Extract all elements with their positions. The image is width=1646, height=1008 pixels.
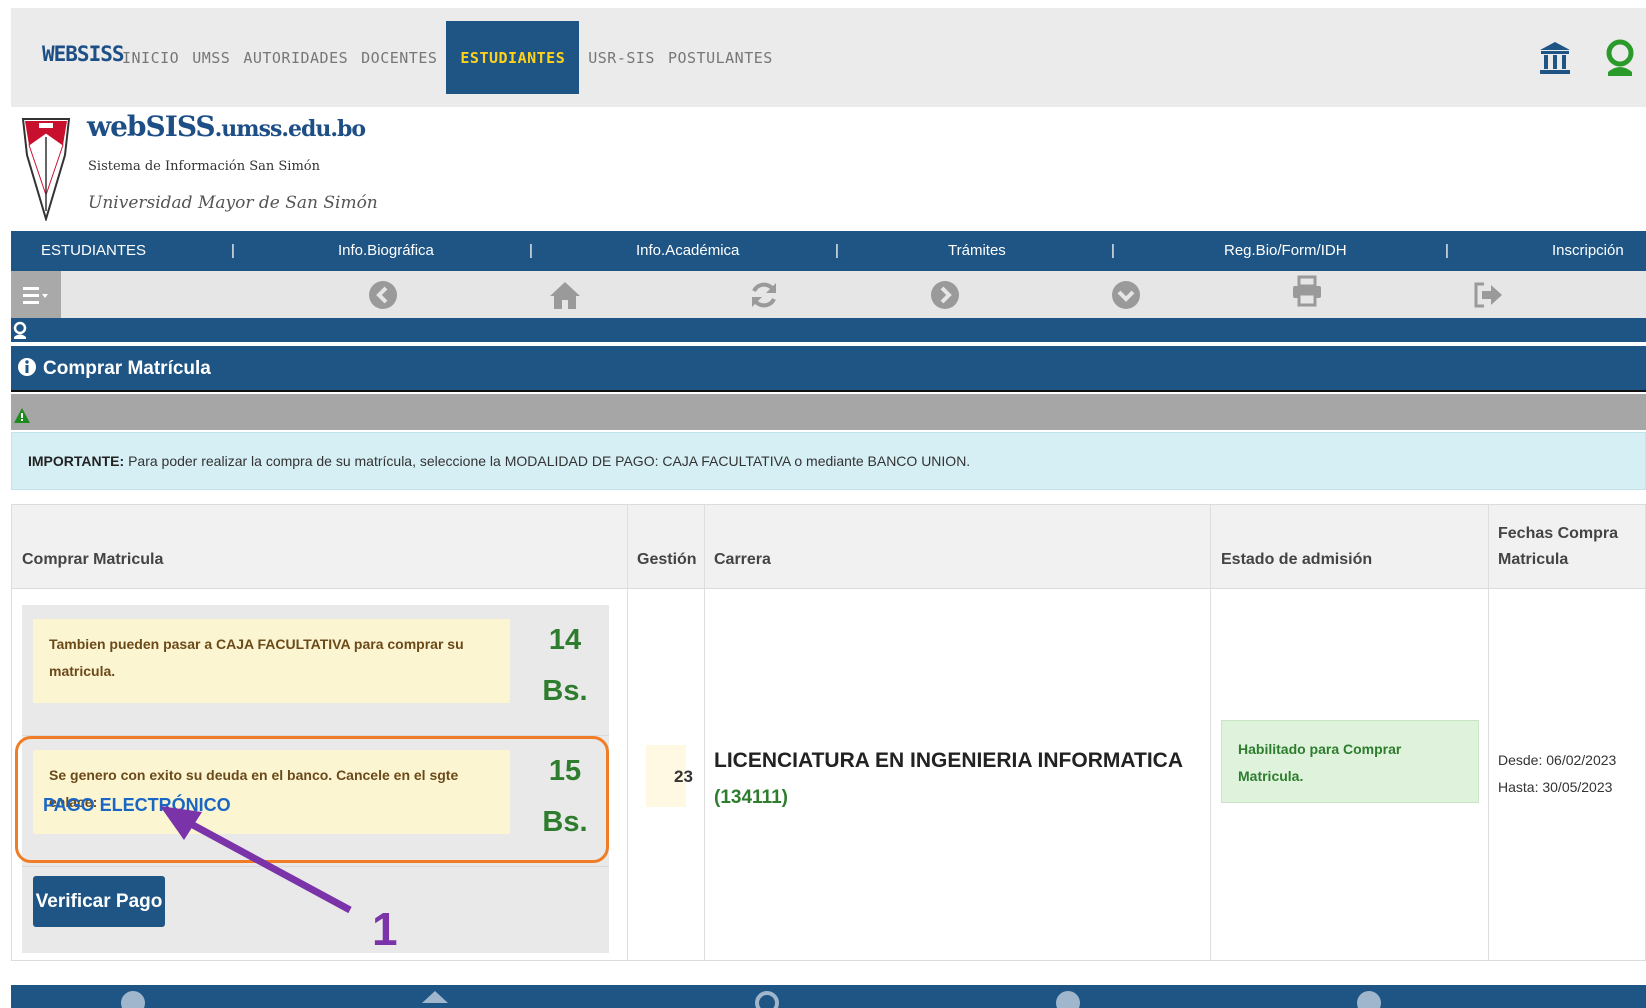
site-title[interactable]: webSISS.umss.edu.bo <box>87 110 366 143</box>
price-caja-unit: Bs. <box>542 675 588 707</box>
user-icon[interactable] <box>1605 38 1635 78</box>
header-estado: Estado de admisión <box>1221 551 1373 568</box>
chevron-left-icon[interactable] <box>367 279 399 311</box>
student-menu-estudiantes[interactable]: ESTUDIANTES <box>41 242 146 259</box>
site-title-domain: .umss.edu.bo <box>214 116 366 142</box>
important-notice: IMPORTANTE: Para poder realizar la compr… <box>11 432 1646 490</box>
student-menu-inscripcion[interactable]: Inscripción <box>1552 242 1624 259</box>
home-icon[interactable] <box>421 989 449 1008</box>
university-name: Universidad Mayor de San Simón <box>88 193 378 213</box>
notice-label: IMPORTANTE: <box>28 453 125 469</box>
table-header: Comprar Matricula Gestión Carrera Estado… <box>12 505 1645 589</box>
menu-umss[interactable]: UMSS <box>192 49 230 67</box>
price-caja-value: 14 <box>548 624 582 656</box>
menu-separator: | <box>529 242 533 259</box>
alert-caja: Tambien pueden pasar a CAJA FACULTATIVA … <box>33 619 510 703</box>
header-carrera: Carrera <box>714 551 771 568</box>
top-navbar: WEBSISS INICIO UMSS AUTORIDADES DOCENTES… <box>11 8 1646 107</box>
menu-separator: | <box>1445 242 1449 259</box>
header-comprar: Comprar Matricula <box>22 551 164 568</box>
user-small-icon <box>13 321 27 339</box>
page: WEBSISS INICIO UMSS AUTORIDADES DOCENTES… <box>0 0 1646 1008</box>
column-divider <box>704 505 705 960</box>
chevron-down-icon[interactable] <box>1355 989 1383 1008</box>
carrera-name: LICENCIATURA EN INGENIERIA INFORMATICA <box>714 749 1183 772</box>
fechas-compra: Desde: 06/02/2023 Hasta: 30/05/2023 <box>1498 747 1616 801</box>
logout-icon[interactable] <box>1472 279 1504 311</box>
fecha-hasta: Hasta: 30/05/2023 <box>1498 779 1613 795</box>
student-menu-reg-bio[interactable]: Reg.Bio/Form/IDH <box>1224 242 1347 259</box>
panel-title: Comprar Matrícula <box>43 358 211 379</box>
panel-header: Comprar Matrícula <box>11 346 1646 392</box>
user-strip <box>11 318 1646 342</box>
verificar-pago-button[interactable]: Verificar Pago <box>33 876 165 927</box>
icon-toolbar <box>11 271 1646 318</box>
column-divider <box>1488 505 1489 960</box>
header-fechas-2: Matricula <box>1498 551 1569 568</box>
brand-logo[interactable]: WEBSISS <box>42 42 125 66</box>
menu-separator: | <box>1111 242 1115 259</box>
column-divider <box>627 505 628 960</box>
column-divider <box>1210 505 1211 960</box>
gestion-value: 23 <box>674 767 693 786</box>
estado-badge: Habilitado para Comprar Matricula. <box>1221 720 1479 803</box>
chevron-left-icon[interactable] <box>119 989 147 1008</box>
annotation-step-number: 1 <box>372 903 398 955</box>
menu-separator: | <box>835 242 839 259</box>
header-fechas-1: Fechas Compra <box>1498 525 1619 542</box>
carrera-code: (134111) <box>714 787 788 808</box>
price-caja: 14 Bs. <box>521 615 609 717</box>
menu-postulantes[interactable]: POSTULANTES <box>668 49 773 67</box>
fecha-desde: Desde: 06/02/2023 <box>1498 752 1617 768</box>
menu-separator: | <box>231 242 235 259</box>
bottom-toolbar <box>11 985 1646 1008</box>
menu-usr-sis[interactable]: USR-SIS <box>588 49 655 67</box>
notice-text: Para poder realizar la compra de su matr… <box>124 453 971 469</box>
refresh-icon[interactable] <box>753 989 781 1008</box>
chevron-down-icon[interactable] <box>1110 279 1142 311</box>
warning-icon <box>14 408 30 423</box>
print-icon[interactable] <box>1291 275 1323 307</box>
student-menu: ESTUDIANTES | Info.Biográfica | Info.Aca… <box>11 231 1646 271</box>
university-shield-icon <box>21 118 71 221</box>
refresh-icon[interactable] <box>748 279 780 311</box>
menu-estudiantes[interactable]: ESTUDIANTES <box>446 21 580 94</box>
menu-icon[interactable] <box>11 271 61 318</box>
student-menu-tramites[interactable]: Trámites <box>948 242 1006 259</box>
home-icon[interactable] <box>549 279 581 311</box>
chevron-right-icon[interactable] <box>929 279 961 311</box>
site-subtitle: Sistema de Información San Simón <box>88 159 320 174</box>
chevron-right-icon[interactable] <box>1054 989 1082 1008</box>
menu-docentes[interactable]: DOCENTES <box>361 49 437 67</box>
menu-inicio[interactable]: INICIO <box>122 49 179 67</box>
student-menu-info-biografica[interactable]: Info.Biográfica <box>338 242 434 259</box>
annotation-arrow-icon <box>160 806 352 914</box>
site-title-main: webSISS <box>87 110 216 143</box>
bank-icon[interactable] <box>1538 38 1572 78</box>
warning-strip <box>11 394 1646 430</box>
menu-autoridades[interactable]: AUTORIDADES <box>243 49 348 67</box>
student-menu-info-academica[interactable]: Info.Académica <box>636 242 739 259</box>
header-gestion: Gestión <box>637 551 697 568</box>
info-icon <box>18 358 36 376</box>
site-header: webSISS.umss.edu.bo Sistema de Informaci… <box>11 107 1646 231</box>
top-menu: INICIO UMSS AUTORIDADES DOCENTES ESTUDIA… <box>122 8 786 107</box>
